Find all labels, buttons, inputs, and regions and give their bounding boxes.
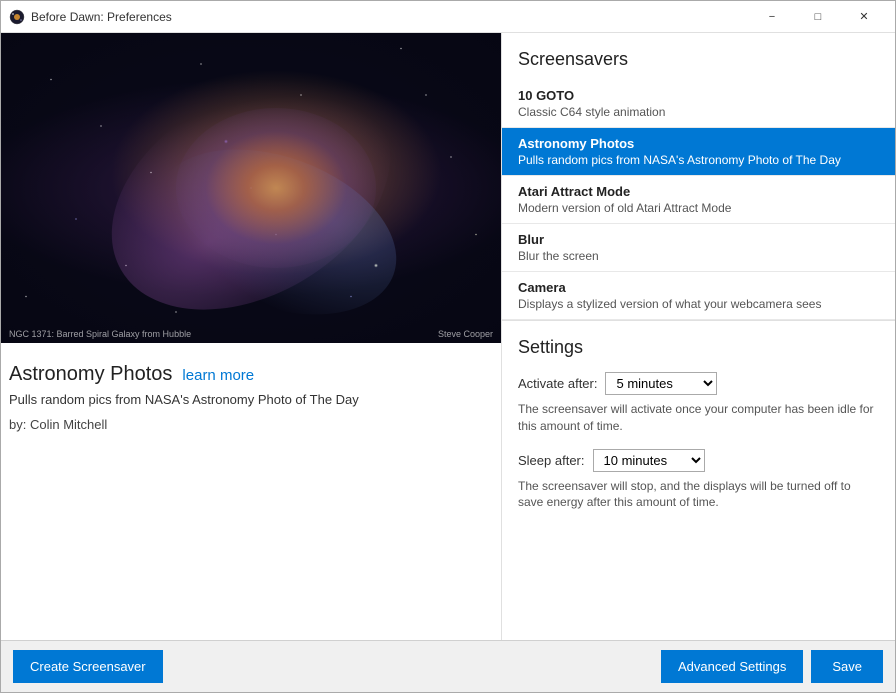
list-item-name: Atari Attract Mode (518, 184, 879, 199)
list-item-name: 10 GOTO (518, 88, 879, 103)
list-item-desc: Classic C64 style animation (518, 105, 879, 119)
screensaver-name-row: Astronomy Photos learn more (9, 363, 485, 386)
sleep-after-note: The screensaver will stop, and the displ… (518, 478, 879, 512)
screensavers-section: Screensavers 10 GOTO Classic C64 style a… (502, 33, 895, 320)
activate-after-note: The screensaver will activate once your … (518, 401, 879, 435)
galaxy-background (1, 33, 501, 343)
screensaver-info: Astronomy Photos learn more Pulls random… (1, 343, 501, 640)
list-item[interactable]: Blur Blur the screen (502, 224, 895, 272)
list-item-desc: Pulls random pics from NASA's Astronomy … (518, 153, 879, 167)
footer-right: Advanced Settings Save (661, 650, 883, 683)
preview-caption-right: Steve Cooper (438, 329, 493, 339)
main-window: Before Dawn: Preferences − □ ✕ NGC 1371:… (0, 0, 896, 693)
screensaver-preview: NGC 1371: Barred Spiral Galaxy from Hubb… (1, 33, 501, 343)
screensavers-title: Screensavers (502, 33, 895, 80)
screensaver-description: Pulls random pics from NASA's Astronomy … (9, 392, 485, 407)
screensaver-list[interactable]: 10 GOTO Classic C64 style animation Astr… (502, 80, 895, 320)
galaxy-core (176, 108, 376, 268)
settings-title: Settings (518, 337, 879, 358)
activate-after-label: Activate after: (518, 376, 597, 391)
close-button[interactable]: ✕ (841, 1, 887, 33)
activate-after-select[interactable]: 5 minutes 10 minutes 15 minutes 30 minut… (605, 372, 717, 395)
screensaver-author: by: Colin Mitchell (9, 417, 485, 432)
footer: Create Screensaver Advanced Settings Sav… (1, 640, 895, 692)
list-item-desc: Displays a stylized version of what your… (518, 297, 879, 311)
window-title: Before Dawn: Preferences (31, 10, 749, 24)
list-item-desc: Blur the screen (518, 249, 879, 263)
content-area: NGC 1371: Barred Spiral Galaxy from Hubb… (1, 33, 895, 640)
settings-section: Settings Activate after: 5 minutes 10 mi… (502, 320, 895, 640)
activate-after-row: Activate after: 5 minutes 10 minutes 15 … (518, 372, 879, 395)
list-item[interactable]: Camera Displays a stylized version of wh… (502, 272, 895, 320)
sleep-after-row: Sleep after: 5 minutes 10 minutes 15 min… (518, 449, 879, 472)
save-button[interactable]: Save (811, 650, 883, 683)
titlebar: Before Dawn: Preferences − □ ✕ (1, 1, 895, 33)
minimize-button[interactable]: − (749, 1, 795, 33)
sleep-after-label: Sleep after: (518, 453, 585, 468)
list-item[interactable]: Astronomy Photos Pulls random pics from … (502, 128, 895, 176)
list-item[interactable]: Atari Attract Mode Modern version of old… (502, 176, 895, 224)
window-controls: − □ ✕ (749, 1, 887, 33)
list-item-name: Blur (518, 232, 879, 247)
learn-more-link[interactable]: learn more (182, 367, 254, 384)
advanced-settings-button[interactable]: Advanced Settings (661, 650, 803, 683)
left-panel: NGC 1371: Barred Spiral Galaxy from Hubb… (1, 33, 501, 640)
sleep-after-select[interactable]: 5 minutes 10 minutes 15 minutes 30 minut… (593, 449, 705, 472)
list-item-desc: Modern version of old Atari Attract Mode (518, 201, 879, 215)
app-icon (9, 9, 25, 25)
preview-caption-left: NGC 1371: Barred Spiral Galaxy from Hubb… (9, 329, 191, 339)
screensaver-name: Astronomy Photos (9, 363, 172, 386)
list-item[interactable]: 10 GOTO Classic C64 style animation (502, 80, 895, 128)
create-screensaver-button[interactable]: Create Screensaver (13, 650, 163, 683)
maximize-button[interactable]: □ (795, 1, 841, 33)
list-item-name: Astronomy Photos (518, 136, 879, 151)
footer-left: Create Screensaver (13, 650, 661, 683)
list-item-name: Camera (518, 280, 879, 295)
right-panel: Screensavers 10 GOTO Classic C64 style a… (501, 33, 895, 640)
